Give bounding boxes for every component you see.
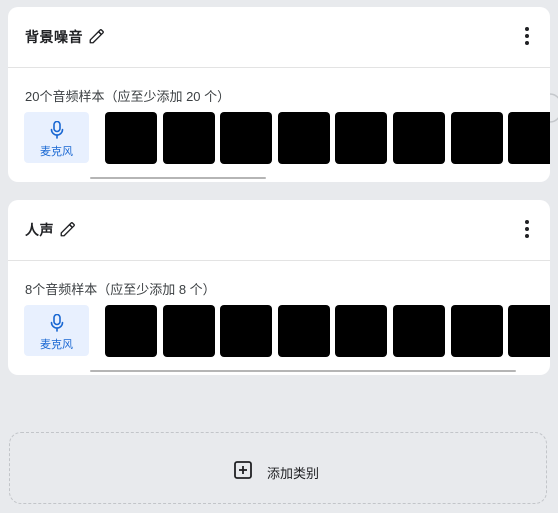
sample-strip[interactable] — [104, 305, 550, 357]
horizontal-scrollbar[interactable] — [90, 177, 266, 179]
audio-sample[interactable] — [278, 112, 330, 164]
microphone-label: 麦克风 — [40, 339, 73, 351]
audio-sample[interactable] — [508, 305, 550, 357]
more-vert-icon[interactable] — [523, 27, 531, 47]
category-card-background-noise: 背景噪音 20个音频样本（应至少添加 20 个） 麦克风 — [8, 7, 550, 182]
page: 背景噪音 20个音频样本（应至少添加 20 个） 麦克风 人声 8个音频样本（应… — [0, 0, 558, 513]
connector-arc-icon — [549, 93, 558, 123]
add-category-button[interactable]: 添加类别 — [9, 432, 547, 504]
sample-count-label: 8个音频样本（应至少添加 8 个） — [25, 282, 216, 297]
sample-strip[interactable] — [104, 112, 550, 164]
audio-sample[interactable] — [393, 305, 445, 357]
audio-sample[interactable] — [335, 305, 387, 357]
microphone-button[interactable]: 麦克风 — [24, 112, 89, 163]
audio-sample[interactable] — [105, 112, 157, 164]
sample-count-label: 20个音频样本（应至少添加 20 个） — [25, 89, 231, 104]
microphone-icon — [50, 121, 64, 139]
horizontal-scrollbar[interactable] — [90, 370, 516, 372]
pencil-icon[interactable] — [88, 27, 106, 45]
audio-sample[interactable] — [163, 305, 215, 357]
microphone-button[interactable]: 麦克风 — [24, 305, 89, 356]
audio-sample[interactable] — [335, 112, 387, 164]
card-header: 背景噪音 — [8, 7, 550, 68]
microphone-icon — [50, 314, 64, 332]
pencil-icon[interactable] — [59, 220, 77, 238]
category-title: 背景噪音 — [25, 29, 83, 45]
category-card-human-voice: 人声 8个音频样本（应至少添加 8 个） 麦克风 — [8, 200, 550, 375]
audio-sample[interactable] — [393, 112, 445, 164]
audio-sample[interactable] — [451, 305, 503, 357]
audio-sample[interactable] — [220, 305, 272, 357]
card-header: 人声 — [8, 200, 550, 261]
audio-sample[interactable] — [278, 305, 330, 357]
more-vert-icon[interactable] — [523, 220, 531, 240]
audio-sample[interactable] — [163, 112, 215, 164]
audio-sample[interactable] — [508, 112, 550, 164]
audio-sample[interactable] — [105, 305, 157, 357]
microphone-label: 麦克风 — [40, 146, 73, 158]
add-box-icon — [234, 461, 252, 479]
add-category-label: 添加类别 — [267, 466, 320, 481]
audio-sample[interactable] — [451, 112, 503, 164]
category-title: 人声 — [25, 222, 54, 238]
audio-sample[interactable] — [220, 112, 272, 164]
